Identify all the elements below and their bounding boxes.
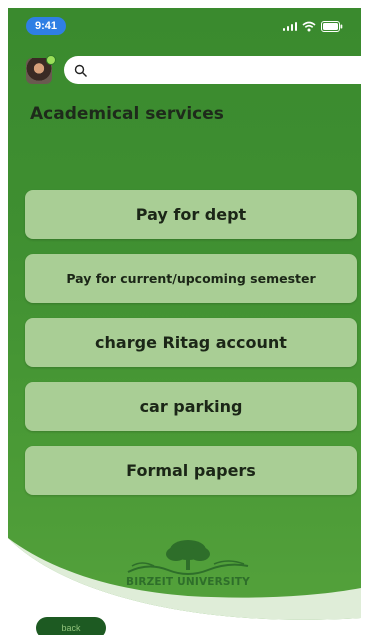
services-menu: Pay for dept Pay for current/upcoming se…: [25, 190, 357, 510]
signal-icon: [283, 21, 297, 31]
formal-papers-button[interactable]: Formal papers: [25, 446, 357, 495]
search-bar[interactable]: [64, 56, 361, 84]
car-parking-button[interactable]: car parking: [25, 382, 357, 431]
search-input[interactable]: [94, 60, 361, 82]
wifi-icon: [302, 21, 316, 32]
status-bar: 9:41: [8, 8, 361, 42]
avatar[interactable]: [26, 55, 56, 84]
charge-ritag-account-button[interactable]: charge Ritag account: [25, 318, 357, 367]
tree-icon: [127, 540, 249, 575]
university-name: BIRZEIT UNIVERSITY: [126, 576, 250, 588]
back-button[interactable]: back: [36, 617, 106, 635]
page-title: Academical services: [30, 104, 224, 124]
battery-icon: [321, 20, 343, 32]
pay-semester-button[interactable]: Pay for current/upcoming semester: [25, 254, 357, 303]
pay-for-dept-button[interactable]: Pay for dept: [25, 190, 357, 239]
status-time: 9:41: [26, 17, 66, 35]
status-icons: [283, 19, 343, 33]
university-logo: BIRZEIT UNIVERSITY: [118, 536, 258, 596]
online-status-dot: [46, 55, 56, 65]
app-screen: 9:41 Academical services Pay for dept Pa…: [8, 8, 361, 635]
search-icon: [74, 63, 88, 77]
